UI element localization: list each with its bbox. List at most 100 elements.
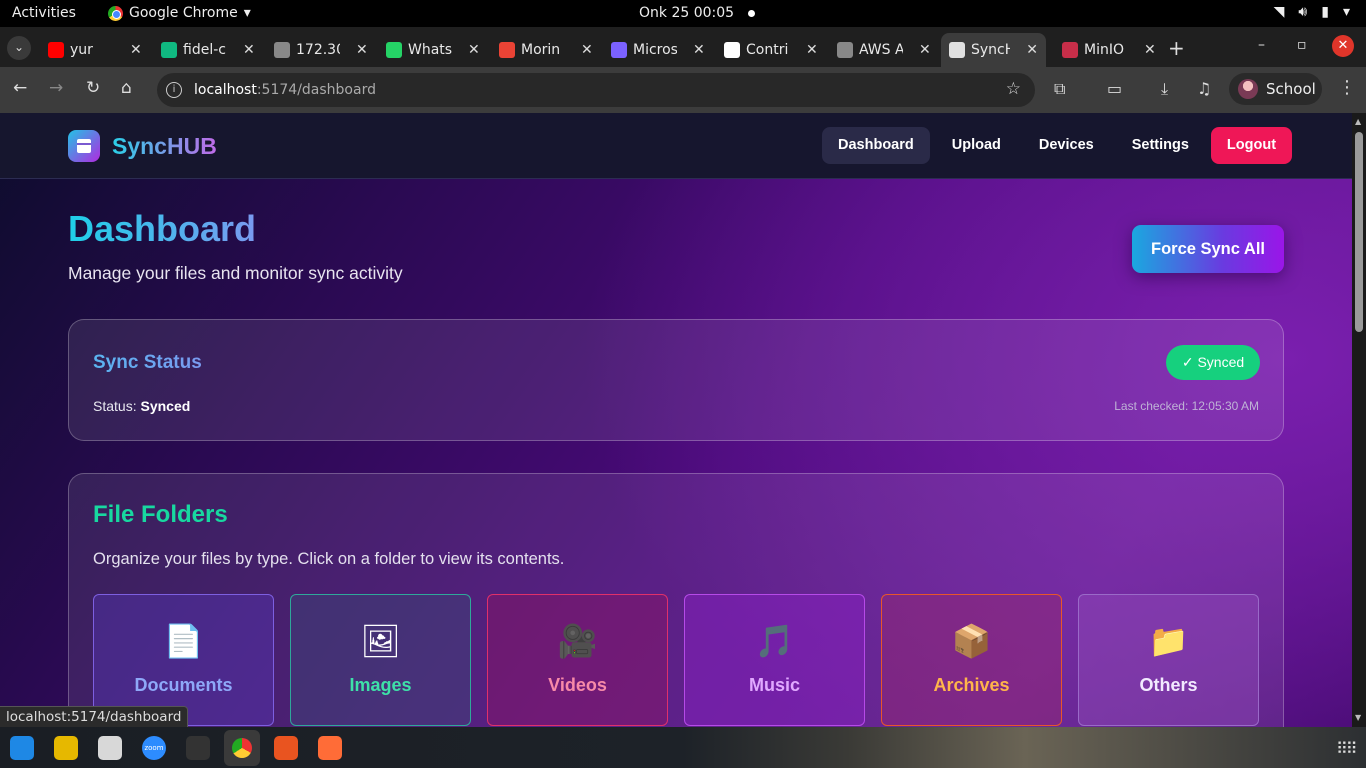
app-navbar: SyncHUB Dashboard Upload Devices Setting… [0, 113, 1352, 179]
sync-status-heading: Sync Status [93, 352, 202, 373]
tab-label: Contri [746, 42, 789, 58]
extensions-icon[interactable]: ⧉ [1054, 79, 1065, 99]
chrome-icon [108, 5, 123, 21]
profile-button[interactable]: School [1229, 73, 1322, 105]
postman-icon[interactable] [318, 736, 342, 760]
close-window-icon[interactable]: ✕ [1332, 35, 1354, 57]
nav-upload[interactable]: Upload [936, 127, 1017, 164]
tab-strip: ⌄ yur ✕ fidel-c ✕ 172.30 ✕ Whats ✕ Morin ✕ Micros ✕… [0, 27, 1366, 67]
tab-label: Whats [408, 42, 452, 58]
tab[interactable]: AWS A ✕ [829, 33, 941, 67]
folder-videos[interactable]: 🎥 Videos [487, 594, 668, 726]
tab-label: Morin [521, 42, 561, 58]
clock[interactable]: Onk 25 00:05 [639, 5, 756, 21]
tab-label: AWS A [859, 42, 903, 58]
tab-close-icon[interactable]: ✕ [130, 42, 142, 58]
tab[interactable]: Micros ✕ [603, 33, 715, 67]
system-tray[interactable]: ◥ 🔊︎ ▮ ▾ [1274, 4, 1350, 20]
video-camera-icon: 🎥 [557, 622, 598, 660]
github-icon [724, 42, 740, 58]
tab-label: SyncH [971, 42, 1011, 58]
brand[interactable]: SyncHUB [68, 130, 217, 162]
tab-close-icon[interactable]: ✕ [243, 42, 255, 58]
files-icon[interactable] [98, 736, 122, 760]
tab-close-icon[interactable]: ✕ [356, 42, 368, 58]
folder-music[interactable]: 🎵 Music [684, 594, 865, 726]
folder-archives[interactable]: 📦 Archives [881, 594, 1062, 726]
tab-close-icon[interactable]: ✕ [1144, 42, 1156, 58]
media-control-icon[interactable]: ♫ [1197, 79, 1211, 98]
bookmark-star-icon[interactable]: ☆ [1006, 79, 1021, 99]
new-tab-button[interactable]: + [1168, 36, 1185, 60]
folder-label: Images [349, 675, 412, 695]
app-menu[interactable]: Google Chrome ▾ [108, 5, 251, 21]
activities-button[interactable]: Activities [12, 5, 76, 21]
folder-label: Archives [933, 675, 1010, 695]
home-icon[interactable]: ⌂ [121, 78, 132, 98]
tab[interactable]: MinIO ✕ [1054, 33, 1166, 67]
vscode-icon[interactable] [10, 736, 34, 760]
force-sync-all-button[interactable]: Force Sync All [1132, 225, 1284, 273]
document-icon: 📄 [163, 622, 204, 660]
tab-label: 172.30 [296, 42, 340, 58]
music-icon: 🎵 [754, 622, 795, 660]
sync-status-card: Sync Status Status: Synced ✓ Synced Last… [68, 319, 1284, 441]
terminal-icon[interactable] [186, 736, 210, 760]
scroll-down-icon[interactable]: ▼ [1355, 713, 1361, 722]
address-bar[interactable]: i localhost:5174/dashboard ☆ [157, 73, 1035, 107]
tab-close-icon[interactable]: ✕ [693, 42, 705, 58]
page-scrollbar[interactable]: ▲ ▼ [1352, 113, 1366, 727]
tab[interactable]: fidel-c ✕ [153, 33, 265, 67]
tab[interactable]: SyncH ✕ [941, 33, 1046, 67]
tab-close-icon[interactable]: ✕ [806, 42, 818, 58]
tab[interactable]: Morin ✕ [491, 33, 603, 67]
url-path: :5174/dashboard [256, 82, 376, 98]
folder-images[interactable]: 🖼 Images [290, 594, 471, 726]
folder-others[interactable]: 📁 Others [1078, 594, 1259, 726]
nav-devices[interactable]: Devices [1023, 127, 1110, 164]
tab-search-icon[interactable]: ⌄ [7, 36, 31, 60]
chrome-logo-icon [232, 738, 252, 758]
reload-icon[interactable]: ↻ [86, 78, 100, 98]
globe-icon [274, 42, 290, 58]
forward-icon[interactable]: → [49, 78, 63, 98]
tab[interactable]: yur ✕ [40, 33, 152, 67]
folder-label: Others [1139, 675, 1198, 695]
file-folders-card: File Folders Organize your files by type… [68, 473, 1284, 727]
minio-icon [1062, 42, 1078, 58]
tab[interactable]: Contri ✕ [716, 33, 828, 67]
folder-icon: 📁 [1148, 622, 1189, 660]
scrollbar-thumb[interactable] [1355, 132, 1363, 332]
nav-dashboard[interactable]: Dashboard [822, 127, 930, 164]
tab-label: fidel-c [183, 42, 226, 58]
tab[interactable]: Whats ✕ [378, 33, 490, 67]
cast-icon[interactable]: ▭ [1107, 79, 1122, 98]
scroll-up-icon[interactable]: ▲ [1355, 117, 1361, 126]
show-apps-icon[interactable]: ⠿⠿ [1336, 739, 1357, 758]
status-badge: ✓ Synced [1166, 345, 1260, 380]
profile-name: School [1266, 80, 1316, 98]
site-info-icon[interactable]: i [166, 82, 182, 98]
tab[interactable]: 172.30 ✕ [266, 33, 378, 67]
minimize-icon[interactable]: – [1258, 37, 1265, 53]
back-icon[interactable]: ← [13, 78, 27, 98]
download-icon[interactable]: ⤓ [1161, 79, 1168, 99]
more-menu-icon[interactable]: ⋮ [1338, 77, 1356, 98]
sync-status-line: Status: Synced [93, 398, 190, 414]
chrome-icon[interactable] [224, 730, 260, 766]
browser-toolbar: ← → ↻ ⌂ i localhost:5174/dashboard ☆ ⧉ ▭… [0, 67, 1366, 113]
tab-close-icon[interactable]: ✕ [581, 42, 593, 58]
software-icon[interactable] [274, 736, 298, 760]
maximize-icon[interactable]: ▫ [1297, 37, 1307, 53]
zoom-icon[interactable]: zoom [142, 736, 166, 760]
rhythmbox-icon[interactable] [54, 736, 78, 760]
tab-close-icon[interactable]: ✕ [919, 42, 931, 58]
logout-button[interactable]: Logout [1210, 127, 1293, 164]
last-checked: Last checked: 12:05:30 AM [1114, 399, 1259, 413]
tab-label: MinIO [1084, 42, 1124, 58]
notification-dot-icon [748, 9, 756, 17]
nav-settings[interactable]: Settings [1116, 127, 1205, 164]
folder-label: Videos [548, 675, 607, 695]
tab-close-icon[interactable]: ✕ [468, 42, 480, 58]
tab-close-icon[interactable]: ✕ [1026, 42, 1038, 58]
